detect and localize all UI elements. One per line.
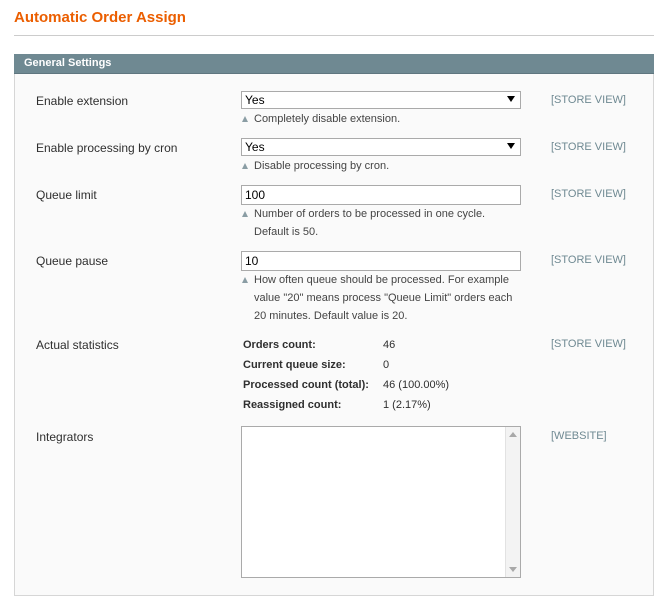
statistics-scope: [STORE VIEW] — [551, 338, 626, 350]
enable-cron-select[interactable]: Yes — [241, 138, 521, 156]
statistics-label: Actual statistics — [36, 338, 119, 352]
enable-extension-select[interactable]: Yes — [241, 91, 521, 109]
note-triangle-icon — [242, 211, 248, 217]
enable-cron-label: Enable processing by cron — [36, 141, 178, 155]
enable-extension-value: Yes — [245, 93, 265, 107]
integrators-scope: [WEBSITE] — [551, 430, 607, 442]
enable-extension-note: Completely disable extension. — [241, 110, 531, 128]
section-header[interactable]: General Settings — [14, 54, 654, 74]
enable-extension-scope: [STORE VIEW] — [551, 94, 626, 106]
note-triangle-icon — [242, 277, 248, 283]
page-title: Automatic Order Assign — [14, 9, 186, 26]
chevron-down-icon — [507, 96, 515, 102]
queue-limit-input[interactable]: 100 — [241, 185, 521, 205]
integrators-textarea[interactable] — [241, 426, 521, 578]
enable-extension-label: Enable extension — [36, 94, 129, 108]
general-settings-fieldset: Enable extension Yes Completely disable … — [14, 74, 654, 596]
textarea-scrollbar[interactable] — [505, 427, 520, 577]
integrators-label: Integrators — [36, 430, 94, 444]
scroll-up-icon[interactable] — [509, 432, 517, 437]
enable-cron-value: Yes — [245, 140, 265, 154]
queue-limit-scope: [STORE VIEW] — [551, 188, 626, 200]
queue-pause-input[interactable]: 10 — [241, 251, 521, 271]
section-title: General Settings — [24, 57, 112, 69]
queue-pause-scope: [STORE VIEW] — [551, 254, 626, 266]
queue-pause-label: Queue pause — [36, 254, 109, 268]
enable-cron-scope: [STORE VIEW] — [551, 141, 626, 153]
queue-limit-value: 100 — [245, 188, 266, 202]
chevron-down-icon — [507, 143, 515, 149]
enable-cron-note: Disable processing by cron. — [241, 157, 531, 175]
queue-pause-note: How often queue should be processed. For… — [241, 271, 531, 325]
note-triangle-icon — [242, 116, 248, 122]
title-divider — [14, 35, 654, 36]
queue-limit-note: Number of orders to be processed in one … — [241, 205, 531, 241]
note-triangle-icon — [242, 163, 248, 169]
queue-limit-label: Queue limit — [36, 188, 97, 202]
queue-pause-value: 10 — [245, 254, 259, 268]
scroll-down-icon[interactable] — [509, 567, 517, 572]
